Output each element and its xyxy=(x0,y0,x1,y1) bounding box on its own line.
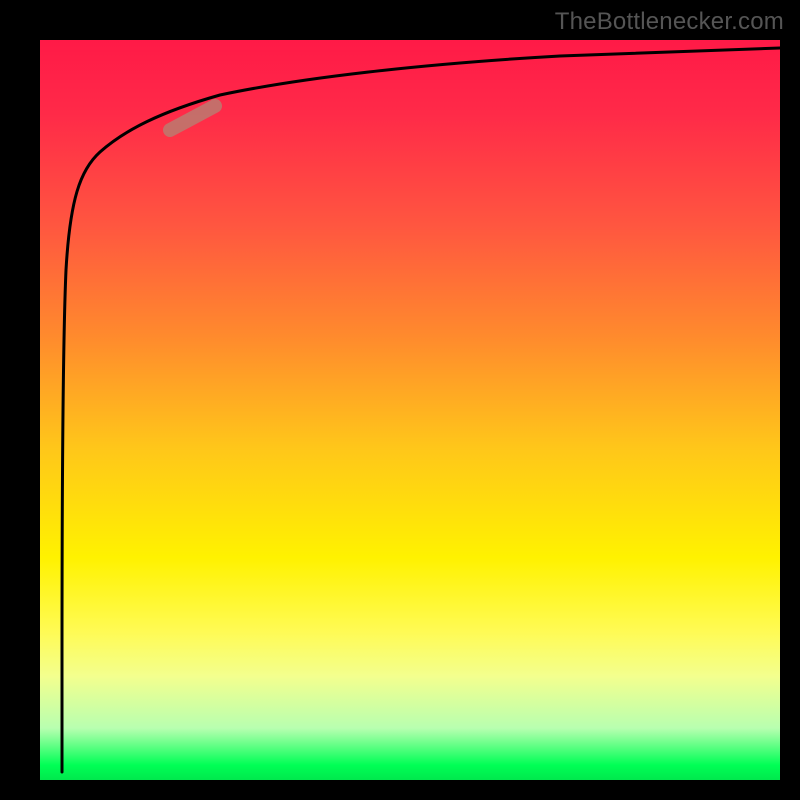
plot-gradient-area xyxy=(40,40,780,780)
curve-svg xyxy=(40,40,780,780)
watermark-text: TheBottlenecker.com xyxy=(555,8,784,36)
bottleneck-curve xyxy=(62,48,780,772)
